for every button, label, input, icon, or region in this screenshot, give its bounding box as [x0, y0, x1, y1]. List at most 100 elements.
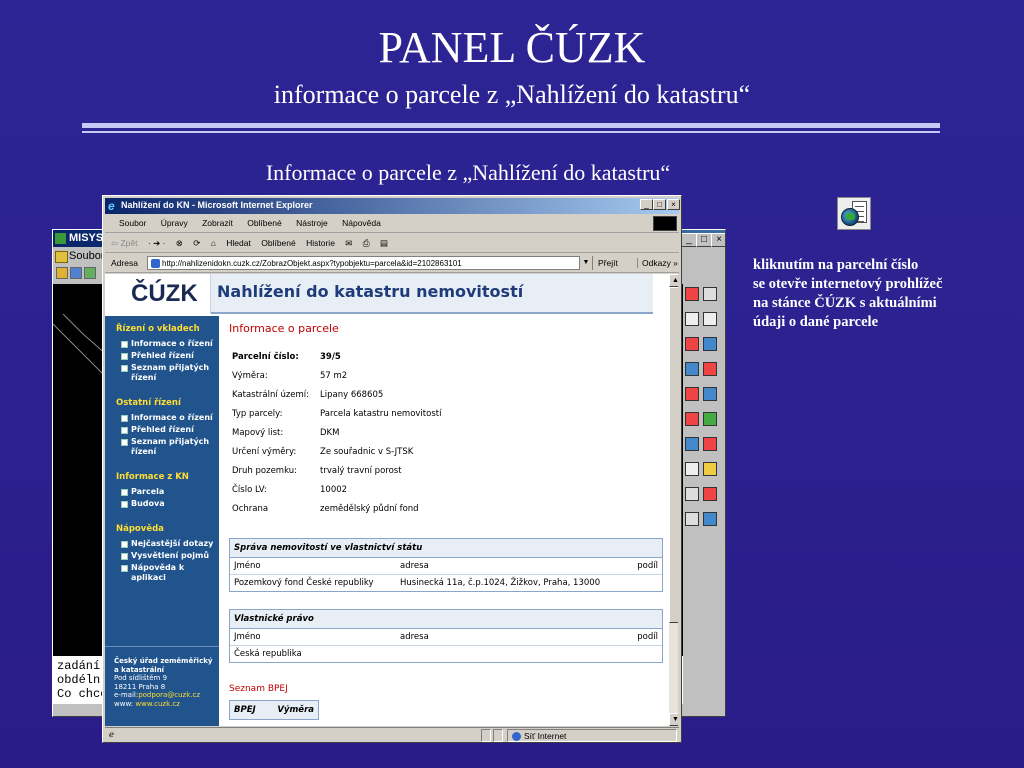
- back-button[interactable]: ⇦ Zpět: [111, 238, 138, 248]
- ie-minimize-button[interactable]: _: [640, 199, 653, 210]
- home-icon[interactable]: ⌂: [211, 238, 216, 248]
- tool-icon[interactable]: [703, 387, 717, 401]
- tool-icon[interactable]: [685, 387, 699, 401]
- tool-icon[interactable]: [703, 362, 717, 376]
- tool-icon[interactable]: [685, 362, 699, 376]
- tool-icon[interactable]: [685, 412, 699, 426]
- nav-item[interactable]: Budova: [105, 498, 219, 510]
- email-label: e-mail:: [114, 691, 139, 699]
- col-share: podíl: [637, 561, 658, 571]
- zoom-icon[interactable]: [70, 267, 82, 279]
- sidenote-line: na stánce ČÚZK s aktuálními: [753, 295, 937, 311]
- tool-icon[interactable]: [703, 337, 717, 351]
- scroll-thumb[interactable]: [669, 287, 678, 623]
- nav-item[interactable]: Parcela: [105, 486, 219, 498]
- tool-icon[interactable]: [703, 512, 717, 526]
- table-header: Vlastnické právo: [230, 610, 662, 629]
- tool-icon[interactable]: [703, 437, 717, 451]
- left-nav: Řízení o vkladech Informace o řízení Pře…: [105, 316, 219, 726]
- field-label: Mapový list:: [232, 427, 284, 438]
- email-link[interactable]: podpora@cuzk.cz: [138, 691, 200, 699]
- cell-address: Husinecká 11a, č.p.1024, Žižkov, Praha, …: [400, 578, 601, 588]
- menu-favorites[interactable]: Oblíbené: [247, 218, 282, 228]
- scroll-down-icon[interactable]: ▼: [669, 713, 678, 726]
- tool-icon[interactable]: [685, 512, 699, 526]
- favorites-button[interactable]: Oblíbené: [261, 238, 296, 248]
- misys-close-button[interactable]: ×: [711, 233, 725, 247]
- nav-item[interactable]: Přehled řízení: [105, 424, 219, 436]
- menu-help[interactable]: Nápověda: [342, 218, 381, 228]
- ie-close-button[interactable]: ×: [667, 199, 680, 210]
- misys-minimize-button[interactable]: _: [681, 233, 697, 247]
- misys-menu-file[interactable]: Soubor: [53, 248, 104, 264]
- tool-icon[interactable]: [685, 337, 699, 351]
- pan-icon[interactable]: [84, 267, 96, 279]
- vertical-scrollbar[interactable]: ▲ ▼: [669, 274, 678, 726]
- nav-item[interactable]: Informace o řízení: [105, 412, 219, 424]
- history-button[interactable]: Historie: [306, 238, 335, 248]
- www-link[interactable]: www.cuzk.cz: [135, 700, 180, 708]
- nav-item[interactable]: Informace o řízení: [105, 338, 219, 350]
- go-button[interactable]: Přejít: [598, 258, 618, 268]
- forward-button[interactable]: · ➔ ·: [148, 238, 166, 248]
- mail-icon[interactable]: ✉: [345, 238, 352, 248]
- field-value: Ze souřadnic v S-JTSK: [320, 446, 414, 457]
- ie-window[interactable]: Nahlížení do KN - Microsoft Internet Exp…: [102, 195, 682, 743]
- col-bpej: BPEJ: [234, 705, 256, 715]
- search-button[interactable]: Hledat: [226, 238, 251, 248]
- tool-icon[interactable]: [685, 287, 699, 301]
- field-value: zemědělský půdní fond: [320, 503, 419, 514]
- nav-item[interactable]: Nápověda k aplikaci: [105, 562, 219, 584]
- address-label: Adresa: [111, 258, 138, 268]
- ie-maximize-button[interactable]: □: [653, 199, 666, 210]
- nav-section-title: Informace z KN: [116, 472, 189, 482]
- field-row: Druh pozemku: trvalý travní porost: [225, 461, 665, 480]
- nav-item[interactable]: Seznam přijatých řízení: [105, 436, 219, 458]
- tool-icon[interactable]: [685, 462, 699, 476]
- menu-view[interactable]: Zobrazit: [202, 218, 233, 228]
- field-value[interactable]: 10002: [320, 485, 665, 495]
- tool-icon[interactable]: [685, 312, 699, 326]
- print-icon[interactable]: ⎙: [363, 238, 370, 248]
- tool-icon[interactable]: [703, 462, 717, 476]
- ie-content: ČÚZK Nahlížení do katastru nemovitostí Ř…: [105, 274, 678, 726]
- tool-icon[interactable]: [703, 312, 717, 326]
- address-dropdown-icon[interactable]: ▼: [579, 256, 592, 270]
- bpej-table: BPEJ Výměra: [229, 700, 319, 720]
- refresh-icon[interactable]: ⟳: [193, 238, 200, 248]
- nav-item[interactable]: Seznam přijatých řízení: [105, 362, 219, 384]
- tool-icon[interactable]: [685, 437, 699, 451]
- ownership-table: Vlastnické právo Jméno adresa podíl Česk…: [229, 609, 663, 663]
- open-icon[interactable]: [56, 267, 68, 279]
- tool-icon[interactable]: [703, 287, 717, 301]
- tool-icon[interactable]: [685, 487, 699, 501]
- edit-icon[interactable]: ▤: [380, 238, 388, 248]
- stop-icon[interactable]: ⊗: [176, 238, 183, 248]
- nav-item[interactable]: Vysvětlení pojmů: [105, 550, 219, 562]
- col-name: Jméno: [234, 632, 261, 642]
- menu-tools[interactable]: Nástroje: [296, 218, 328, 228]
- footer-org: Český úřad zeměměřický: [114, 657, 213, 665]
- tool-icon[interactable]: [703, 412, 717, 426]
- cell-share: [628, 578, 658, 588]
- cuzk-logo[interactable]: ČÚZK: [105, 274, 211, 314]
- table-columns: Jméno adresa podíl: [230, 558, 662, 575]
- field-row: Parcelní číslo: 39/5: [225, 347, 665, 366]
- field-value: 57 m2: [320, 370, 348, 381]
- status-cell: [493, 729, 503, 742]
- menu-file[interactable]: Soubor: [119, 218, 146, 228]
- links-button[interactable]: Odkazy »: [637, 258, 678, 268]
- tool-icon[interactable]: [703, 487, 717, 501]
- misys-maximize-button[interactable]: □: [696, 233, 712, 247]
- col-address: adresa: [400, 632, 429, 642]
- field-row: Typ parcely: Parcela katastru nemovitostí: [225, 404, 665, 423]
- browser-shortcut-icon[interactable]: [837, 197, 871, 230]
- slide-sidenote: kliknutím na parcelní číslo se otevře in…: [753, 256, 1013, 332]
- address-input[interactable]: http://nahlizenidokn.cuzk.cz/ZobrazObjek…: [147, 256, 593, 270]
- field-label: Parcelní číslo:: [232, 351, 299, 362]
- nav-item[interactable]: Přehled řízení: [105, 350, 219, 362]
- field-value: DKM: [320, 427, 340, 438]
- menu-edit[interactable]: Úpravy: [161, 218, 188, 228]
- scroll-up-icon[interactable]: ▲: [669, 274, 678, 287]
- nav-item[interactable]: Nejčastější dotazy: [105, 538, 219, 550]
